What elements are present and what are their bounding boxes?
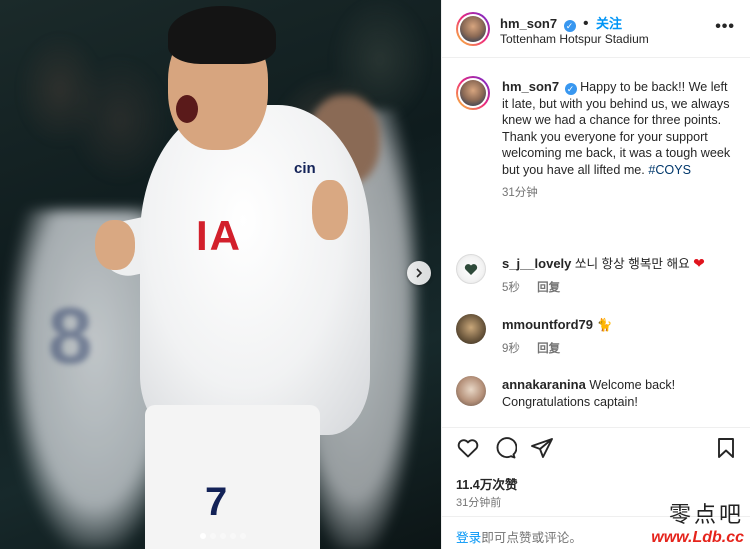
- carousel-dot: [210, 533, 216, 539]
- caption-time: 31分钟: [502, 186, 538, 199]
- caption-username[interactable]: hm_son7: [502, 79, 559, 94]
- player-hair: [168, 6, 276, 64]
- caption-hashtag[interactable]: #COYS: [648, 163, 691, 177]
- author-avatar[interactable]: [456, 12, 490, 46]
- login-prompt-text: 即可点赞或评论。: [481, 531, 582, 545]
- login-prompt: 登录即可点赞或评论。: [456, 527, 582, 546]
- verified-badge-icon: ✓: [563, 20, 576, 32]
- player-right-hand: [312, 180, 348, 240]
- author-username[interactable]: hm_son7: [500, 16, 557, 31]
- commenter-avatar[interactable]: [456, 314, 486, 344]
- comment-button[interactable]: [493, 436, 518, 460]
- post-header: hm_son7 ✓ • 关注 Tottenham Hotspur Stadium…: [442, 0, 750, 58]
- background-player-number: 8: [48, 291, 93, 380]
- post-photo[interactable]: 8 IA cin 7: [0, 0, 441, 549]
- watermark-url: www.Ldb.cc: [651, 529, 744, 546]
- player-mouth: [176, 95, 198, 123]
- comment-username[interactable]: s_j__lovely: [502, 256, 571, 271]
- carousel-dot: [200, 533, 206, 539]
- carousel-dots: [200, 533, 246, 539]
- post-side-panel: hm_son7 ✓ • 关注 Tottenham Hotspur Stadium…: [441, 0, 750, 549]
- green-heart-icon: [464, 263, 478, 275]
- shirt-sponsor-text: IA: [196, 212, 242, 259]
- site-watermark: 零点吧 www.Ldb.cc: [651, 497, 744, 547]
- reply-button[interactable]: 回复: [537, 282, 560, 294]
- comment-icon: [496, 437, 518, 459]
- more-options-button[interactable]: •••: [715, 18, 735, 36]
- shorts-number: 7: [205, 480, 228, 524]
- send-icon: [531, 438, 553, 458]
- save-button[interactable]: [714, 436, 738, 460]
- player-left-hand: [95, 220, 135, 270]
- comment-text-block: s_j__lovely 쏘니 항상 행복만 해요 ❤ 5秒 回复: [502, 255, 732, 297]
- post-location[interactable]: Tottenham Hotspur Stadium: [500, 32, 649, 46]
- caption-body: Happy to be back!! We left it late, but …: [502, 80, 731, 177]
- comment-time: 9秒: [502, 343, 520, 355]
- post-time: 31分钟前: [456, 497, 502, 509]
- login-link[interactable]: 登录: [456, 531, 481, 545]
- comment-body: 쏘니 항상 행복만 해요: [574, 257, 690, 271]
- like-button[interactable]: [456, 436, 480, 460]
- sleeve-sponsor-logo: cin: [294, 160, 316, 177]
- red-heart-emoji: ❤: [693, 255, 705, 271]
- player-shorts: [145, 405, 320, 549]
- chevron-right-icon: [416, 268, 423, 278]
- verified-badge-icon: ✓: [564, 83, 577, 95]
- comment-time: 5秒: [502, 282, 520, 294]
- follow-button[interactable]: 关注: [596, 16, 622, 31]
- carousel-next-button[interactable]: [407, 261, 431, 285]
- like-count[interactable]: 11.4万次赞: [456, 474, 518, 493]
- commenter-avatar[interactable]: [456, 254, 486, 284]
- carousel-dot: [230, 533, 236, 539]
- comment-text-block: mmountford79 🐈 9秒 回复: [502, 316, 732, 358]
- comment-username[interactable]: annakaranina: [502, 377, 586, 392]
- reply-button[interactable]: 回复: [537, 343, 560, 355]
- watermark-chinese: 零点吧: [668, 503, 744, 528]
- comment-text-block: annakaranina Welcome back! Congratulatio…: [502, 376, 732, 411]
- caption-avatar[interactable]: [456, 76, 490, 110]
- carousel-dot: [240, 533, 246, 539]
- caption-text-block: hm_son7 ✓ Happy to be back!! We left it …: [502, 79, 734, 201]
- commenter-avatar[interactable]: [456, 376, 486, 406]
- share-button[interactable]: [530, 436, 554, 460]
- bookmark-icon: [718, 438, 734, 458]
- comment-username[interactable]: mmountford79: [502, 317, 593, 332]
- comment-body: 🐈: [596, 318, 613, 332]
- player-shirt: [140, 105, 370, 435]
- carousel-dot: [220, 533, 226, 539]
- heart-icon: [457, 439, 479, 458]
